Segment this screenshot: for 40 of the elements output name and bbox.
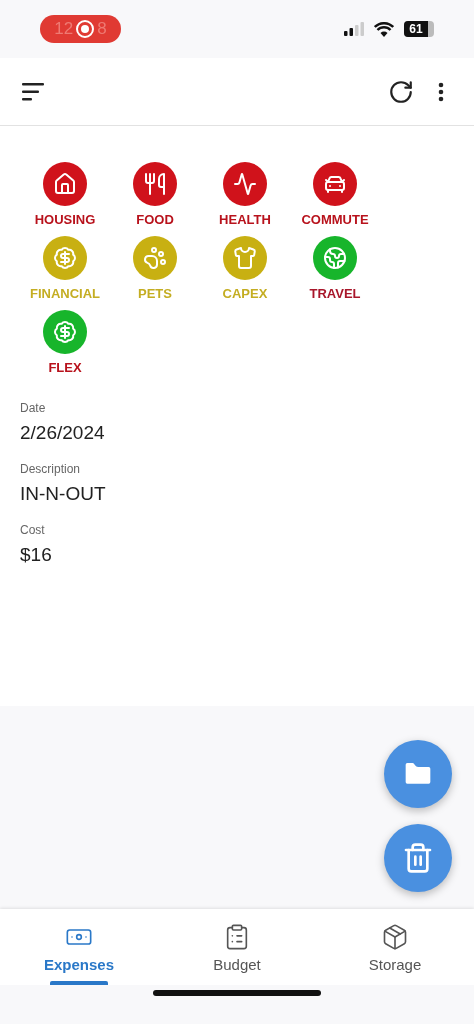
more-icon <box>438 81 444 102</box>
category-label: TRAVEL <box>309 286 361 301</box>
category-label: HEALTH <box>219 212 271 227</box>
time-fragment: 8 <box>97 19 107 39</box>
add-folder-button[interactable] <box>384 740 452 808</box>
battery-icon: 61 <box>404 21 434 37</box>
category-label: HOUSING <box>34 212 96 227</box>
box-icon <box>381 923 409 951</box>
category-button[interactable]: HEALTH <box>200 162 290 227</box>
tab-indicator <box>50 981 108 985</box>
refresh-icon <box>388 78 414 105</box>
nav-tab[interactable]: Storage <box>316 909 474 985</box>
field-label: Date <box>20 401 47 415</box>
category-button[interactable]: COMMUTE <box>290 162 380 227</box>
field-label: Description <box>20 462 82 476</box>
more-options-button[interactable] <box>438 81 444 102</box>
category-label: COMMUTE <box>301 212 369 227</box>
category-label: FOOD <box>136 212 174 227</box>
category-label: CAPEX <box>222 286 268 301</box>
time-fragment: 12 <box>54 19 74 39</box>
nav-tab[interactable]: Expenses <box>0 909 158 985</box>
menu-icon[interactable] <box>22 82 46 101</box>
record-icon <box>75 19 96 39</box>
field-value: $16 <box>20 544 53 566</box>
trash-icon <box>402 842 434 874</box>
wifi-icon <box>374 21 394 37</box>
category-button[interactable]: FLEX <box>20 310 110 375</box>
refresh-button[interactable] <box>388 78 414 105</box>
field-value: 2/26/2024 <box>20 422 106 444</box>
category-button[interactable]: TRAVEL <box>290 236 380 301</box>
category-label: PETS <box>138 286 172 301</box>
field-value: IN-N-OUT <box>20 483 107 505</box>
category-label: FINANCIAL <box>29 286 100 301</box>
category-label: FLEX <box>48 360 82 375</box>
nav-tab[interactable]: Budget <box>158 909 316 985</box>
category-button[interactable]: HOUSING <box>20 162 110 227</box>
field-label: Cost <box>20 523 46 537</box>
signal-icon <box>344 22 364 36</box>
category-button[interactable]: FOOD <box>110 162 200 227</box>
delete-button[interactable] <box>384 824 452 892</box>
